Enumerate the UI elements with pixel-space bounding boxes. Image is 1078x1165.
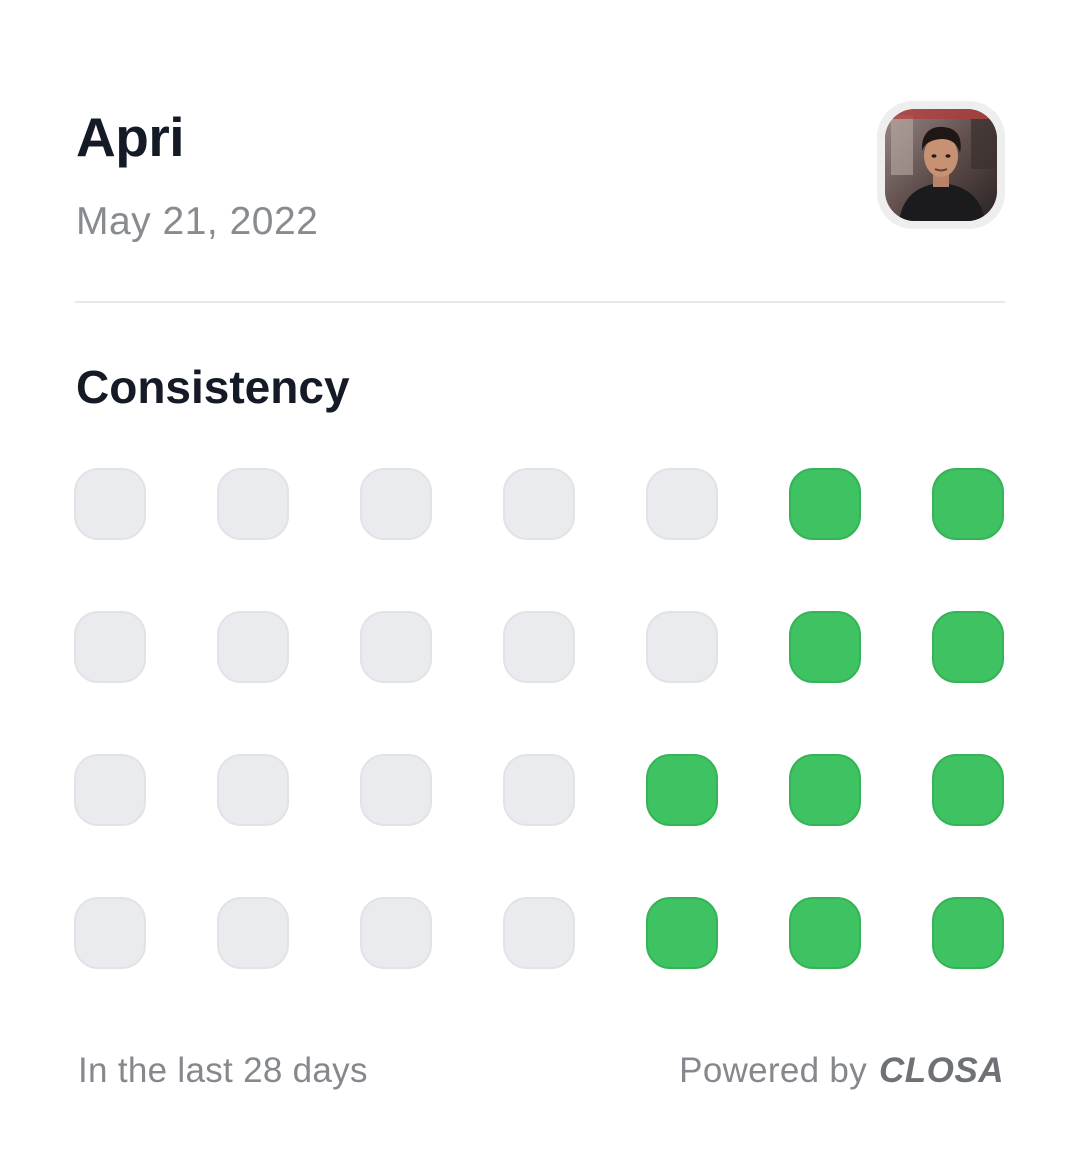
section-title: Consistency	[76, 361, 350, 413]
brand-logo: CLOSA	[879, 1051, 1004, 1090]
day-cell-inactive	[74, 754, 146, 826]
day-cell-inactive	[360, 468, 432, 540]
powered-by[interactable]: Powered by CLOSA	[679, 1048, 1004, 1094]
day-cell-inactive	[503, 611, 575, 683]
avatar[interactable]	[877, 101, 1005, 229]
powered-by-label: Powered by	[679, 1051, 867, 1090]
day-cell-inactive	[646, 611, 718, 683]
day-cell-active	[646, 897, 718, 969]
day-cell-active	[789, 468, 861, 540]
day-cell-active	[932, 611, 1004, 683]
day-cell-inactive	[74, 897, 146, 969]
day-cell-inactive	[360, 754, 432, 826]
user-photo-icon	[885, 109, 997, 221]
day-cell-inactive	[217, 468, 289, 540]
day-cell-active	[646, 754, 718, 826]
day-cell-active	[789, 754, 861, 826]
day-cell-inactive	[360, 897, 432, 969]
day-cell-inactive	[74, 468, 146, 540]
day-cell-inactive	[217, 754, 289, 826]
day-cell-inactive	[503, 468, 575, 540]
day-cell-inactive	[503, 754, 575, 826]
consistency-grid	[74, 468, 1005, 969]
day-cell-inactive	[217, 611, 289, 683]
day-cell-active	[932, 897, 1004, 969]
day-cell-active	[932, 468, 1004, 540]
user-name: Apri	[76, 106, 185, 168]
period-label: In the last 28 days	[78, 1051, 368, 1090]
day-cell-inactive	[503, 897, 575, 969]
day-cell-active	[932, 754, 1004, 826]
day-cell-inactive	[217, 897, 289, 969]
day-cell-active	[789, 897, 861, 969]
day-cell-active	[789, 611, 861, 683]
day-cell-inactive	[646, 468, 718, 540]
date-label: May 21, 2022	[76, 200, 319, 243]
avatar-photo	[885, 109, 997, 221]
day-cell-inactive	[360, 611, 432, 683]
day-cell-inactive	[74, 611, 146, 683]
divider	[75, 301, 1005, 303]
